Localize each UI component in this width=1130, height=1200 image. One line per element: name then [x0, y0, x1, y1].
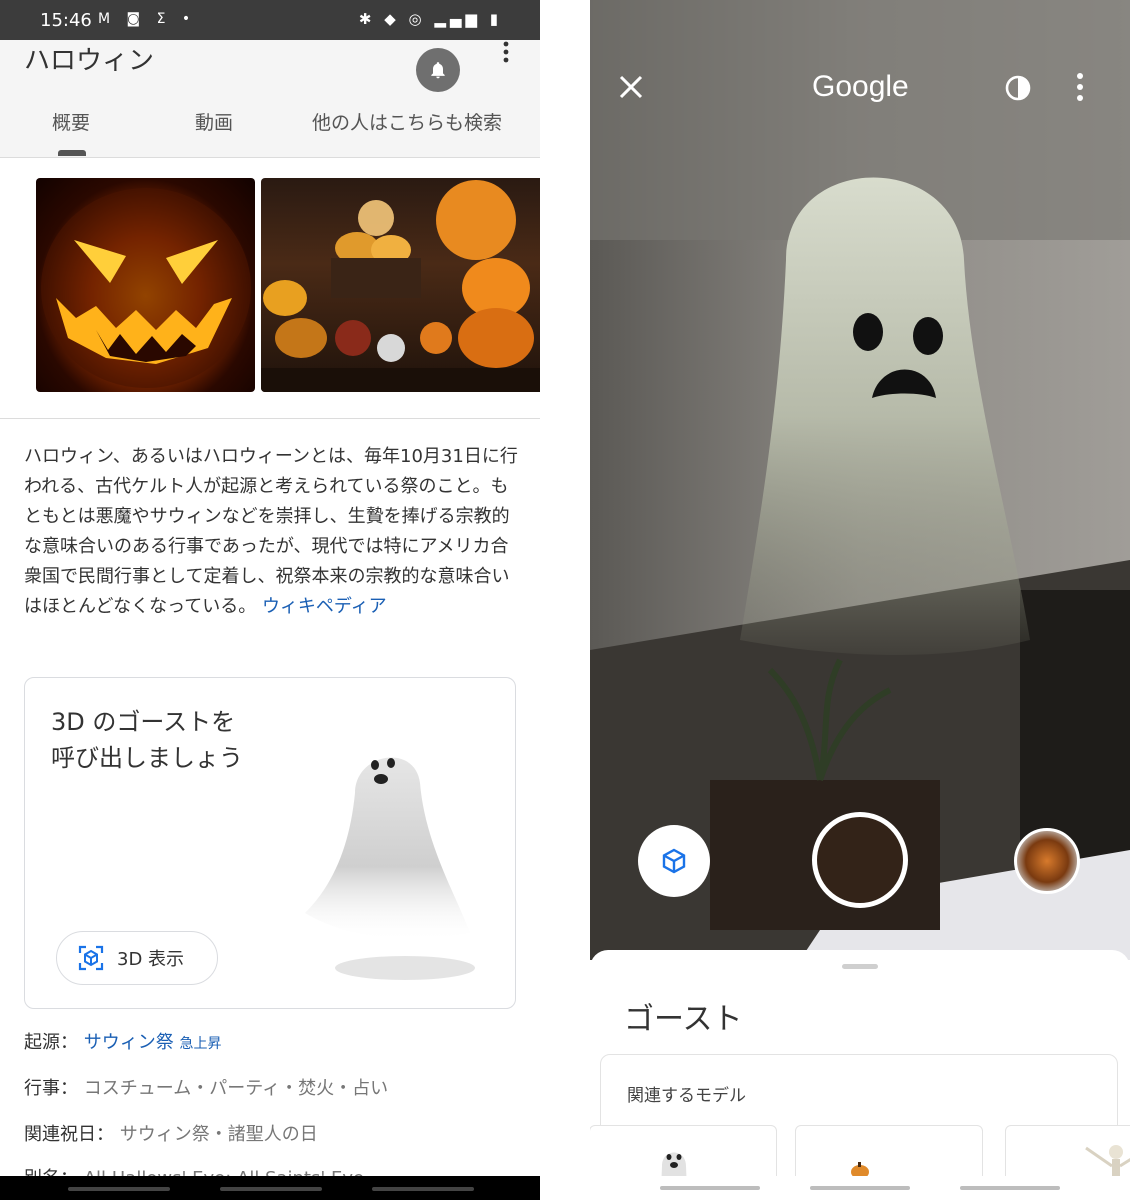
- card-title-line-1: 3D のゴーストを: [51, 708, 236, 736]
- fact-related-holidays-value: サウィン祭・諸聖人の日: [119, 1124, 318, 1145]
- more-vert-icon[interactable]: [498, 40, 514, 64]
- fact-origin-value[interactable]: サウィン祭: [84, 1032, 174, 1053]
- fact-origin: 起源： サウィン祭 急上昇: [24, 1028, 221, 1054]
- status-bar: 15:46 M ◙ Σ • ✱ ◆ ◎ ▂▄▆ ▮: [0, 0, 540, 40]
- trending-badge: 急上昇: [179, 1036, 222, 1052]
- view-in-3d-label: 3D 表示: [117, 949, 185, 970]
- card-title-line-2: 呼び出しましょう: [51, 744, 243, 772]
- system-nav-bar: [0, 1176, 540, 1200]
- nav-pill-home[interactable]: [220, 1187, 322, 1191]
- right-screen: Google ゴースト 関連するモデル: [590, 0, 1130, 1200]
- tab-videos[interactable]: 動画: [195, 108, 233, 135]
- active-tab-indicator: [58, 150, 86, 156]
- view-in-3d-icon: [78, 945, 104, 971]
- section-divider: [0, 418, 540, 419]
- left-screen: 15:46 M ◙ Σ • ✱ ◆ ◎ ▂▄▆ ▮ ハロウィン 概要 動画 他の…: [0, 0, 540, 1200]
- gallery-thumbnail[interactable]: [1014, 828, 1080, 894]
- page-title: ハロウィン: [24, 46, 155, 76]
- close-icon[interactable]: [618, 74, 644, 100]
- ghost-preview-image: [305, 757, 475, 980]
- fact-related-holidays-label: 関連祝日：: [24, 1124, 114, 1145]
- jack-o-lantern-image[interactable]: [36, 178, 255, 392]
- more-vert-icon[interactable]: [1074, 72, 1086, 102]
- related-models-label: 関連するモデル: [627, 1086, 746, 1106]
- knowledge-description: ハロウィン、あるいはハロウィーンとは、毎年10月31日に行われる、古代ケルト人が…: [24, 442, 520, 622]
- fact-related-holidays: 関連祝日： サウィン祭・諸聖人の日: [24, 1120, 318, 1146]
- system-status-icons: ✱ ◆ ◎ ▂▄▆ ▮: [358, 10, 502, 28]
- bell-icon: [431, 62, 445, 79]
- tab-people-also-search[interactable]: 他の人はこちらも検索: [312, 108, 502, 135]
- sheet-handle[interactable]: [842, 964, 878, 969]
- status-time: 15:46: [40, 10, 92, 31]
- contrast-icon[interactable]: [1004, 74, 1032, 102]
- 3d-object-button[interactable]: [638, 825, 710, 897]
- nav-pill-recents[interactable]: [960, 1186, 1060, 1190]
- nav-pill-back[interactable]: [68, 1187, 170, 1191]
- fact-events-value: コスチューム・パーティ・焚火・占い: [83, 1078, 389, 1099]
- bell-button[interactable]: [416, 48, 460, 92]
- cube-icon: [662, 848, 686, 874]
- object-title: ゴースト: [624, 1002, 743, 1037]
- description-text: ハロウィン、あるいはハロウィーンとは、毎年10月31日に行われる、古代ケルト人が…: [24, 446, 518, 617]
- search-header: ハロウィン 概要 動画 他の人はこちらも検索: [0, 40, 540, 158]
- fact-origin-label: 起源：: [24, 1032, 78, 1053]
- wikipedia-link[interactable]: ウィキペディア: [262, 596, 387, 617]
- nav-pill-recents[interactable]: [372, 1187, 474, 1191]
- notification-icons: M ◙ Σ •: [98, 11, 197, 27]
- view-in-3d-button[interactable]: 3D 表示: [56, 931, 218, 985]
- nav-pill-back[interactable]: [660, 1186, 760, 1190]
- shutter-button[interactable]: [812, 812, 908, 908]
- view-in-3d-card[interactable]: 3D のゴーストを 呼び出しましょう 3D 表示: [24, 677, 516, 1009]
- tab-overview[interactable]: 概要: [52, 108, 90, 135]
- fact-events: 行事： コスチューム・パーティ・焚火・占い: [24, 1074, 388, 1100]
- system-nav-bar-right: [590, 1176, 1130, 1200]
- bottom-sheet: ゴースト 関連するモデル: [590, 950, 1130, 1200]
- card-title: 3D のゴーストを 呼び出しましょう: [51, 704, 291, 776]
- nav-pill-home[interactable]: [810, 1186, 910, 1190]
- halloween-display-image[interactable]: [261, 178, 540, 392]
- google-logo: Google: [812, 70, 909, 103]
- fact-events-label: 行事：: [24, 1078, 78, 1099]
